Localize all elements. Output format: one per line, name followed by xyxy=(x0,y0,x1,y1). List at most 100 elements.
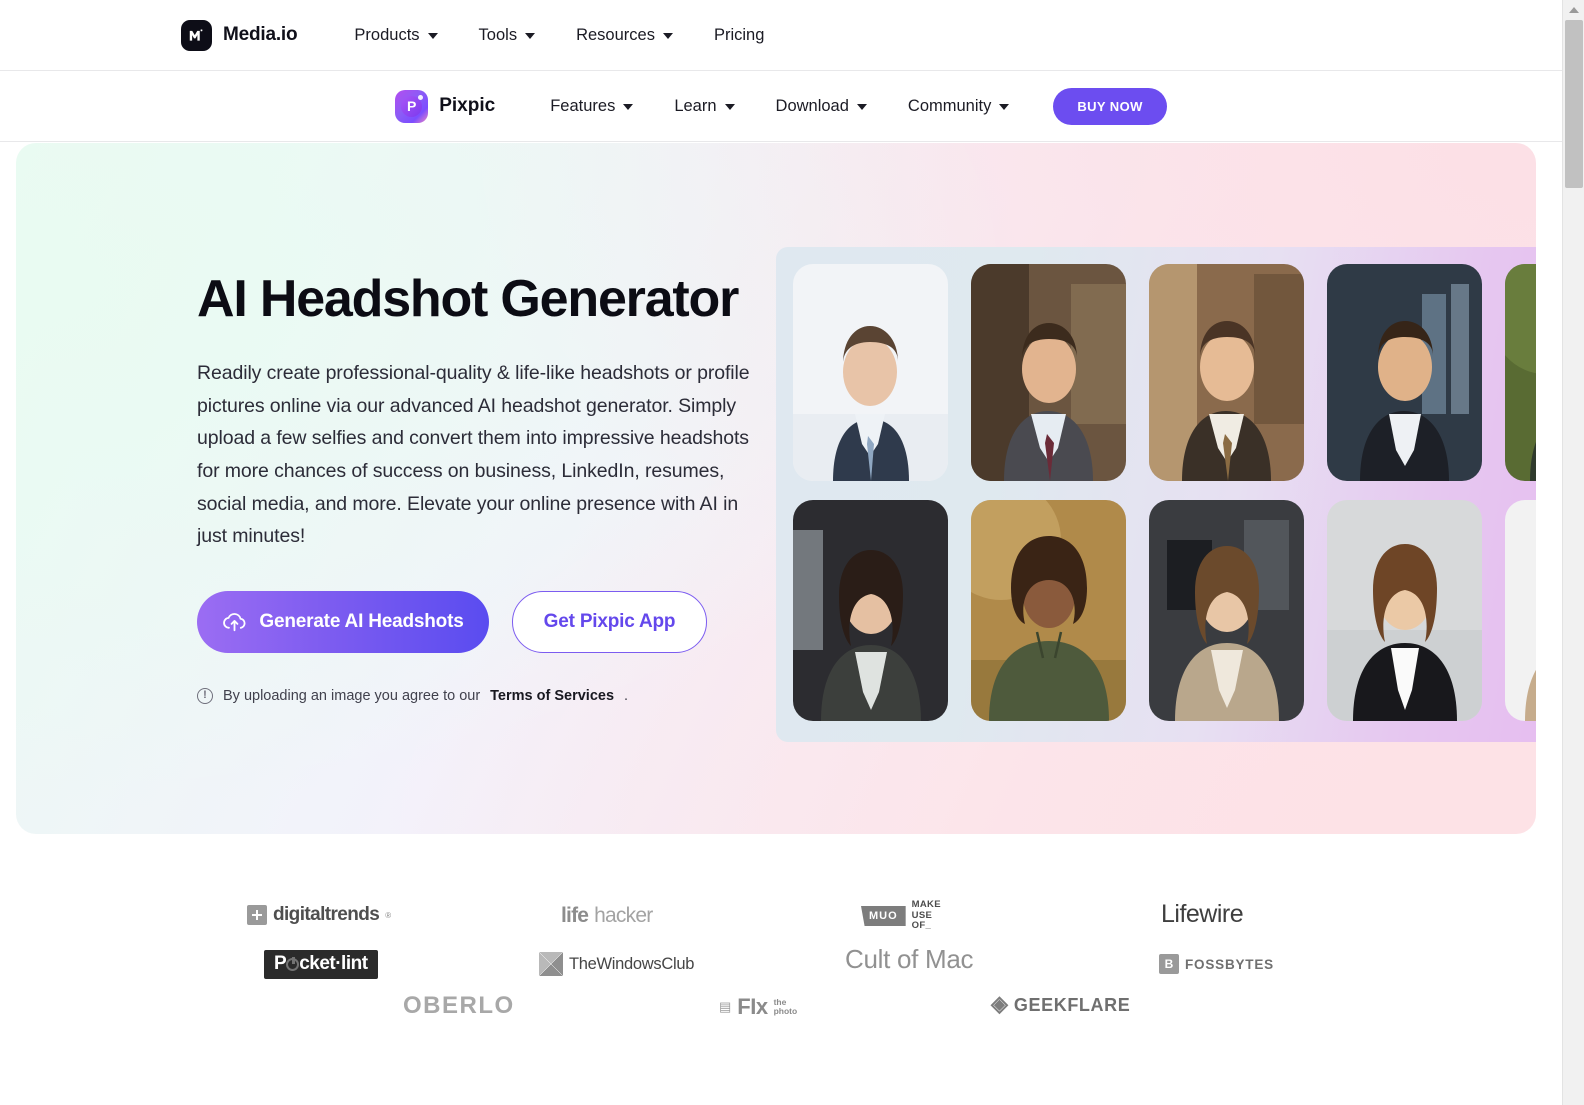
oberlo-label: OBERLO xyxy=(403,992,515,1019)
top-nav-links: Products Tools Resources Pricing xyxy=(354,26,764,45)
sub-navigation-bar: P Pixpic Features Learn Download Communi… xyxy=(0,71,1562,142)
fixthephoto-subtext: the photo xyxy=(774,998,798,1016)
pocketlint-label: Pcket·lint xyxy=(264,950,378,979)
chevron-down-icon xyxy=(724,104,735,110)
terms-suffix: . xyxy=(624,687,629,704)
headshot-thumbnail[interactable] xyxy=(1505,500,1536,721)
nav-item-download[interactable]: Download xyxy=(776,97,867,116)
headshot-thumbnail[interactable] xyxy=(1149,500,1304,721)
sub-nav-inner: P Pixpic Features Learn Download Communi… xyxy=(395,87,1167,125)
press-logo-cultofmac[interactable]: Cult of Mac xyxy=(845,944,973,975)
nav-item-learn-label: Learn xyxy=(674,96,717,115)
headshot-thumbnail[interactable] xyxy=(1505,264,1536,481)
fossbytes-mark-icon: B xyxy=(1159,954,1179,974)
press-logo-lifewire[interactable]: Lifewire xyxy=(1161,900,1244,929)
press-logo-makeuseof[interactable]: MUO MAKE USE OF_ xyxy=(861,899,941,932)
chevron-down-icon xyxy=(525,33,536,39)
nav-item-pricing-label: Pricing xyxy=(713,25,765,44)
hero-description: Readily create professional-quality & li… xyxy=(197,362,750,548)
pixpic-logo-spark xyxy=(418,94,424,100)
press-logo-geekflare[interactable]: ◈ GEEKFLARE xyxy=(991,991,1131,1018)
power-icon xyxy=(286,957,300,971)
lifewire-label: Lifewire xyxy=(1161,900,1244,928)
makeuseof-line-3: OF_ xyxy=(911,920,932,932)
pixpic-logo-icon: P xyxy=(395,89,429,123)
press-logo-digitaltrends[interactable]: digitaltrends ® xyxy=(247,904,391,926)
nav-item-features-label: Features xyxy=(550,96,616,115)
chevron-down-icon xyxy=(427,33,438,39)
press-logos-section: digitaltrends ® life hacker MUO MAKE USE… xyxy=(0,862,1562,1062)
scrollbar-thumb[interactable] xyxy=(1565,20,1583,188)
nav-item-products[interactable]: Products xyxy=(354,25,438,45)
makeuseof-wordmark: MAKE USE OF_ xyxy=(911,899,941,932)
pixpic-brand-name: Pixpic xyxy=(439,95,496,116)
get-pixpic-app-button[interactable]: Get Pixpic App xyxy=(512,590,707,653)
info-icon: ! xyxy=(197,687,213,704)
fixthephoto-line-2: photo xyxy=(773,1006,798,1016)
nav-item-pricing[interactable]: Pricing xyxy=(714,26,764,45)
page-root: Media.io Products Tools Resources Pricin… xyxy=(0,0,1584,1105)
collage-row-2 xyxy=(793,500,1536,721)
chevron-down-icon xyxy=(662,33,673,39)
geekflare-label: GEEKFLARE xyxy=(1013,994,1131,1015)
geekflare-mark-icon: ◈ xyxy=(991,991,1008,1016)
press-logo-fixthephoto[interactable]: ▤ FIx the photo xyxy=(719,994,797,1020)
nav-item-tools[interactable]: Tools xyxy=(479,26,536,45)
cultofmac-label: Cult of Mac xyxy=(845,944,974,974)
mediaio-brand[interactable]: Media.io xyxy=(181,19,298,51)
page-title: AI Headshot Generator xyxy=(197,270,739,328)
digitaltrends-label: digitaltrends xyxy=(273,904,380,925)
pixpic-brand[interactable]: P Pixpic xyxy=(395,89,496,123)
camera-icon: ▤ xyxy=(719,999,732,1014)
headshot-thumbnail[interactable] xyxy=(1149,264,1304,481)
hero-section: AI Headshot Generator Readily create pro… xyxy=(16,143,1536,834)
press-logos-grid: digitaltrends ® life hacker MUO MAKE USE… xyxy=(231,862,1331,1042)
press-logo-pocketlint[interactable]: Pcket·lint xyxy=(264,950,378,979)
chevron-down-icon xyxy=(856,104,867,110)
pocketlint-prefix: P xyxy=(274,953,287,974)
buy-now-button[interactable]: BUY NOW xyxy=(1053,87,1167,125)
digitaltrends-mark-icon xyxy=(247,905,267,925)
hero-copy: AI Headshot Generator Readily create pro… xyxy=(197,270,772,704)
nav-item-community-label: Community xyxy=(907,96,992,115)
nav-item-download-label: Download xyxy=(775,96,849,115)
headshot-thumbnail[interactable] xyxy=(793,264,948,481)
hero-cta-row: Generate AI Headshots Get Pixpic App xyxy=(197,590,772,653)
fixthephoto-label: FIx xyxy=(737,994,768,1019)
page-scrollbar[interactable] xyxy=(1562,0,1584,1105)
headshot-thumbnail[interactable] xyxy=(1327,500,1482,721)
lifehacker-label-thin: hacker xyxy=(594,904,653,927)
headshot-thumbnail[interactable] xyxy=(971,264,1126,481)
cloud-upload-icon xyxy=(223,613,246,632)
headshot-thumbnail[interactable] xyxy=(793,500,948,721)
mediaio-logo-icon xyxy=(181,19,212,51)
scrollbar-up-arrow[interactable] xyxy=(1563,2,1584,18)
windows-x-icon xyxy=(539,952,563,976)
fossbytes-label: FOSSBYTES xyxy=(1185,956,1274,972)
chevron-down-icon xyxy=(999,104,1010,110)
press-logo-lifehacker[interactable]: life hacker xyxy=(561,904,653,928)
generate-ai-headshots-button[interactable]: Generate AI Headshots xyxy=(197,590,489,653)
nav-item-learn[interactable]: Learn xyxy=(674,96,735,116)
pocketlint-suffix: cket·lint xyxy=(299,953,368,974)
press-logo-thewindowsclub[interactable]: TheWindowsClub xyxy=(539,952,694,976)
collage-row-1 xyxy=(793,264,1536,481)
press-logo-oberlo[interactable]: OBERLO xyxy=(403,992,515,1020)
headshot-collage xyxy=(776,247,1536,742)
nav-item-products-label: Products xyxy=(354,25,420,44)
terms-prefix: By uploading an image you agree to our xyxy=(223,687,481,704)
terms-of-services-link[interactable]: Terms of Services xyxy=(490,688,614,704)
nav-item-community[interactable]: Community xyxy=(907,96,1010,116)
headshot-thumbnail[interactable] xyxy=(1327,264,1482,481)
mediaio-brand-name: Media.io xyxy=(223,24,298,45)
terms-notice: ! By uploading an image you agree to our… xyxy=(197,687,772,704)
press-logo-fossbytes[interactable]: B FOSSBYTES xyxy=(1159,954,1274,974)
nav-item-resources-label: Resources xyxy=(576,25,655,44)
generate-ai-headshots-label: Generate AI Headshots xyxy=(259,610,464,632)
makeuseof-badge: MUO xyxy=(861,905,906,926)
headshot-thumbnail[interactable] xyxy=(971,500,1126,721)
nav-item-features[interactable]: Features xyxy=(550,96,634,116)
sub-nav-links: Features Learn Download Community xyxy=(550,96,1010,116)
digitaltrends-registered-mark: ® xyxy=(385,910,392,920)
nav-item-resources[interactable]: Resources xyxy=(576,26,673,45)
